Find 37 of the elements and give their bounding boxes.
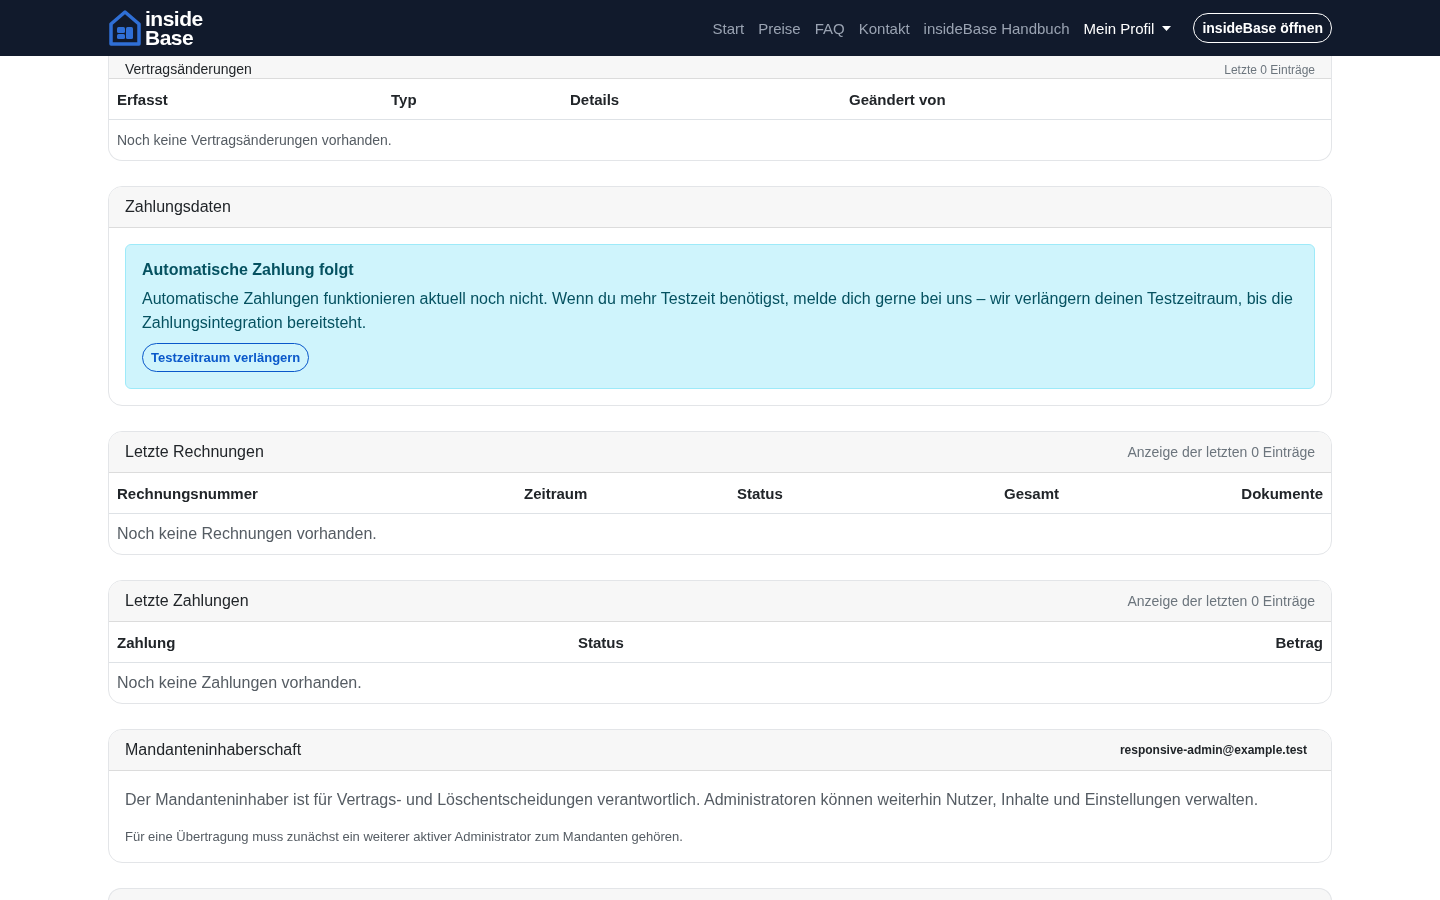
- entries-count-text: Anzeige der letzten 0 Einträge: [1127, 444, 1315, 460]
- column-header: Details: [570, 90, 621, 108]
- note-text: Für eine Übertragung muss zunächst ein weiterer aktiver Administrator zum Mandanten gehören.: [125, 829, 684, 844]
- nav-link[interactable]: FAQ: [814, 19, 845, 37]
- column-header: Geändert von: [849, 90, 947, 108]
- card-title: Mandanteninhaberschaft: [125, 741, 302, 759]
- empty-state-text: Noch keine Vertragsänderungen vorhanden.: [117, 132, 392, 148]
- card-title: Letzte Zahlungen: [125, 592, 249, 610]
- column-header: Status: [737, 484, 784, 502]
- nav-link[interactable]: Start: [712, 19, 745, 37]
- card-title: Zahlungsdaten: [125, 198, 231, 216]
- column-header: Betrag: [1275, 633, 1323, 651]
- card-title: Letzte Rechnungen: [125, 443, 264, 461]
- column-header: Gesamt: [1004, 484, 1061, 502]
- column-header: Erfasst: [117, 90, 169, 108]
- nav-link[interactable]: Preise: [758, 19, 801, 37]
- nav-link[interactable]: insideBase Handbuch: [923, 19, 1070, 37]
- alert-heading: Automatische Zahlung folgt: [142, 261, 354, 279]
- nav-link[interactable]: Kontakt: [858, 19, 910, 37]
- column-header: Typ: [391, 90, 418, 108]
- card-title: Vertragsänderungen: [125, 61, 252, 77]
- description-text: Der Mandanteninhaber ist für Vertrags- und Löschentscheidungen verantwortlich. Administratoren können weiterhin Nutzer, Inhalte und Einstellungen verwalten.: [125, 791, 1260, 809]
- caret-icon: [1162, 25, 1172, 31]
- brand-logo-text[interactable]: inside Base: [145, 9, 203, 47]
- profile-dropdown[interactable]: Mein Profil: [1083, 19, 1172, 37]
- column-header: Zahlung: [117, 633, 177, 651]
- column-header: Zeitraum: [524, 484, 589, 502]
- column-header: Rechnungsnummer: [117, 484, 259, 502]
- alert-text: Automatische Zahlungen funktionieren aktuell noch nicht. Wenn du mehr Testzeit benötigst, melde dich gerne bei uns – wir verlängern deinen Testzeitraum, bis die Zahlungsintegration bereitsteht.: [142, 289, 1294, 333]
- empty-state-text: Noch keine Rechnungen vorhanden.: [117, 525, 377, 543]
- column-header: Dokumente: [1241, 484, 1323, 502]
- entries-count-text: Letzte 0 Einträge: [1224, 63, 1315, 77]
- column-header: Status: [578, 633, 625, 651]
- entries-count-text: Anzeige der letzten 0 Einträge: [1127, 593, 1315, 609]
- empty-state-text: Noch keine Zahlungen vorhanden.: [117, 674, 362, 692]
- owner-email: responsive-admin@example.test: [1119, 743, 1307, 757]
- house-logo-icon: [108, 9, 142, 47]
